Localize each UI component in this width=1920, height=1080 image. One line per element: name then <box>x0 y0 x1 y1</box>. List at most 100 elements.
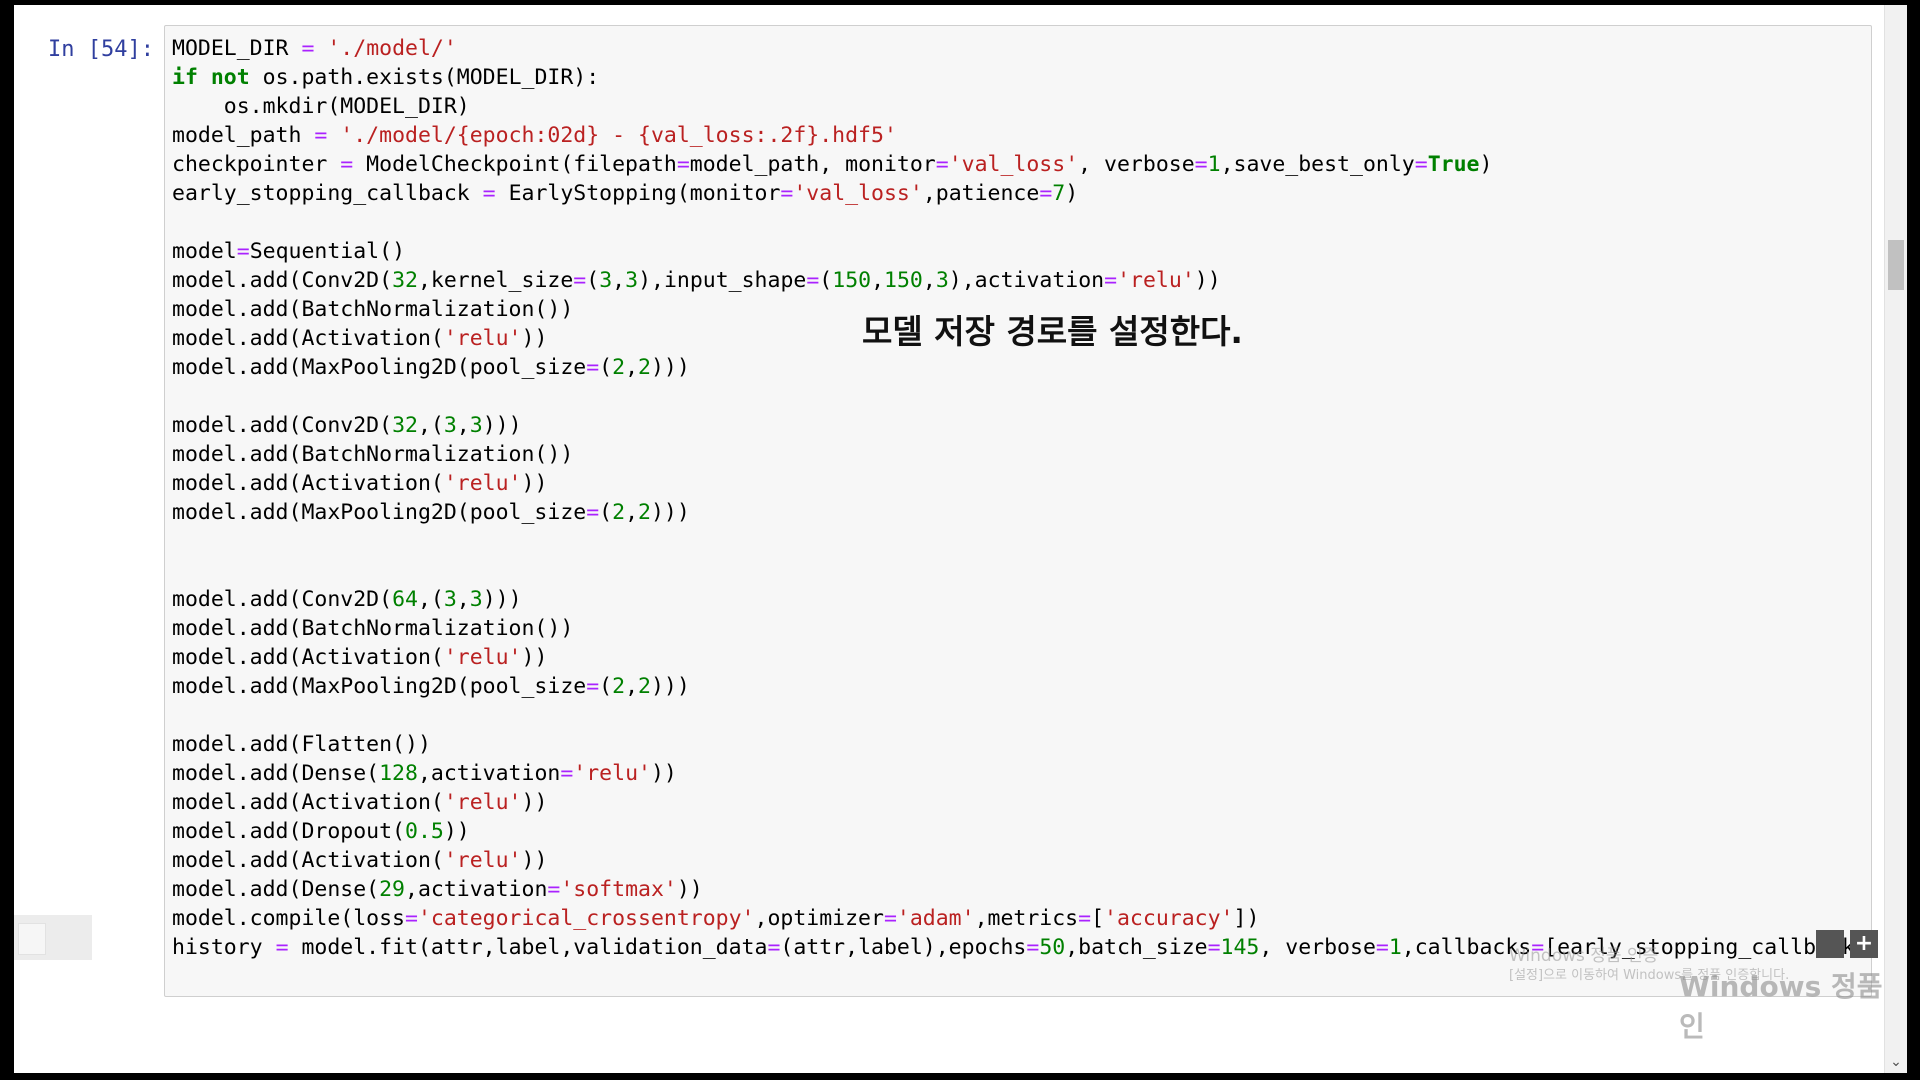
code-token: = <box>340 152 354 177</box>
code-token: 2 <box>612 355 626 380</box>
code-token: = <box>676 152 690 177</box>
code-token: 'val_loss' <box>948 152 1079 177</box>
code-token: = <box>560 761 574 786</box>
code-token: = <box>547 877 561 902</box>
code-token: 2 <box>612 674 626 699</box>
code-line[interactable]: model.add(Activation('relu')) <box>172 469 1871 498</box>
code-token: = <box>883 906 897 931</box>
code-token: model_path <box>172 123 315 148</box>
code-line[interactable] <box>172 556 1871 585</box>
code-token: = <box>275 935 289 960</box>
scroll-down-arrow-icon[interactable]: ⌄ <box>1887 1053 1905 1071</box>
code-line[interactable]: model.add(BatchNormalization()) <box>172 614 1871 643</box>
code-token: , <box>625 355 639 380</box>
code-token: 3 <box>625 268 639 293</box>
code-line[interactable]: model.add(BatchNormalization()) <box>172 440 1871 469</box>
code-line[interactable]: model.add(Flatten()) <box>172 730 1871 759</box>
code-token: 'relu' <box>443 326 522 351</box>
code-token: model.add(Activation( <box>172 326 444 351</box>
vertical-scrollbar[interactable]: ⌄ <box>1884 5 1907 1073</box>
scrollbar-thumb[interactable] <box>1888 240 1904 290</box>
code-token: 2 <box>612 500 626 525</box>
code-line[interactable] <box>172 527 1871 556</box>
code-token: model.add(Conv2D( <box>172 268 393 293</box>
code-token: 3 <box>469 413 483 438</box>
code-token: Sequential() <box>249 239 406 264</box>
code-token: checkpointer <box>172 152 341 177</box>
left-panel-button[interactable] <box>18 923 46 955</box>
code-line[interactable]: os.mkdir(MODEL_DIR) <box>172 92 1871 121</box>
code-token: = <box>1104 268 1118 293</box>
code-token: ,( <box>417 413 444 438</box>
code-token: = <box>806 268 820 293</box>
code-line[interactable]: model.add(Activation('relu')) <box>172 846 1871 875</box>
left-panel-widget[interactable] <box>14 915 92 960</box>
code-token: = <box>1026 935 1040 960</box>
code-token: model_path, monitor <box>689 152 936 177</box>
code-token: 32 <box>392 268 418 293</box>
code-line[interactable]: model.add(Conv2D(32,(3,3))) <box>172 411 1871 440</box>
overlay-button[interactable] <box>1816 930 1844 958</box>
code-token: )) <box>521 471 548 496</box>
code-line[interactable]: model.add(Dropout(0.5)) <box>172 817 1871 846</box>
code-token: , <box>922 268 936 293</box>
code-token: ,batch_size <box>1065 935 1208 960</box>
code-line[interactable]: model.add(Dense(29,activation='softmax')… <box>172 875 1871 904</box>
code-token: model.add(Conv2D( <box>172 587 393 612</box>
code-line[interactable]: model.add(Conv2D(64,(3,3))) <box>172 585 1871 614</box>
code-token: model.compile(loss <box>172 906 405 931</box>
code-token: = <box>780 181 794 206</box>
code-line[interactable]: model.compile(loss='categorical_crossent… <box>172 904 1871 933</box>
code-token: = <box>1207 935 1221 960</box>
code-token: = <box>1375 935 1389 960</box>
code-token: , verbose <box>1259 935 1376 960</box>
code-line[interactable] <box>172 208 1871 237</box>
code-token: 'relu' <box>443 848 522 873</box>
code-token: 'adam' <box>896 906 975 931</box>
code-token: )) <box>650 761 677 786</box>
code-token: ))) <box>482 413 522 438</box>
code-token: (attr,label),epochs <box>780 935 1027 960</box>
code-line[interactable] <box>172 382 1871 411</box>
code-token: )) <box>521 848 548 873</box>
code-token: not <box>210 65 250 90</box>
cell-prompt: In [54]: <box>48 37 154 62</box>
code-line[interactable]: model.add(Activation('relu')) <box>172 643 1871 672</box>
code-token: 150 <box>832 268 872 293</box>
code-token: = <box>573 268 587 293</box>
code-token: 2 <box>638 500 651 525</box>
code-line[interactable]: model_path = './model/{epoch:02d} - {val… <box>172 121 1871 150</box>
code-token: , <box>625 500 639 525</box>
code-token: )) <box>521 326 548 351</box>
code-line[interactable]: if not os.path.exists(MODEL_DIR): <box>172 63 1871 92</box>
code-token: = <box>1078 906 1092 931</box>
code-line[interactable]: MODEL_DIR = './model/' <box>172 34 1871 63</box>
code-token: ))) <box>482 587 522 612</box>
code-token: early_stopping_callback <box>172 181 483 206</box>
code-line[interactable] <box>172 701 1871 730</box>
code-token: ,patience <box>922 181 1040 206</box>
code-token: 3 <box>443 413 457 438</box>
code-line[interactable]: model.add(Conv2D(32,kernel_size=(3,3),in… <box>172 266 1871 295</box>
code-line[interactable]: model.add(MaxPooling2D(pool_size=(2,2))) <box>172 353 1871 382</box>
code-line[interactable]: model.add(Activation('relu')) <box>172 788 1871 817</box>
code-token: , <box>612 268 626 293</box>
code-line[interactable]: model.add(MaxPooling2D(pool_size=(2,2))) <box>172 498 1871 527</box>
watermark-title: Windows 정품 인증 <box>1509 946 1659 966</box>
code-line[interactable]: early_stopping_callback = EarlyStopping(… <box>172 179 1871 208</box>
code-token: = <box>1194 152 1208 177</box>
code-line[interactable]: model=Sequential() <box>172 237 1871 266</box>
code-token: os.mkdir(MODEL_DIR) <box>172 94 470 119</box>
code-line[interactable]: model.add(MaxPooling2D(pool_size=(2,2))) <box>172 672 1871 701</box>
code-token: ( <box>599 500 613 525</box>
code-token: 1 <box>1388 935 1402 960</box>
code-token: ) <box>1479 152 1493 177</box>
code-line[interactable]: checkpointer = ModelCheckpoint(filepath=… <box>172 150 1871 179</box>
code-line[interactable]: model.add(Dense(128,activation='relu')) <box>172 759 1871 788</box>
code-cell-input[interactable]: MODEL_DIR = './model/' if not os.path.exi… <box>164 25 1872 997</box>
code-token: model.add(BatchNormalization()) <box>172 616 574 641</box>
code-editor[interactable]: MODEL_DIR = './model/' if not os.path.exi… <box>172 34 1871 962</box>
code-token: ,metrics <box>974 906 1079 931</box>
code-token: 3 <box>599 268 613 293</box>
add-cell-button[interactable]: + <box>1850 930 1878 958</box>
